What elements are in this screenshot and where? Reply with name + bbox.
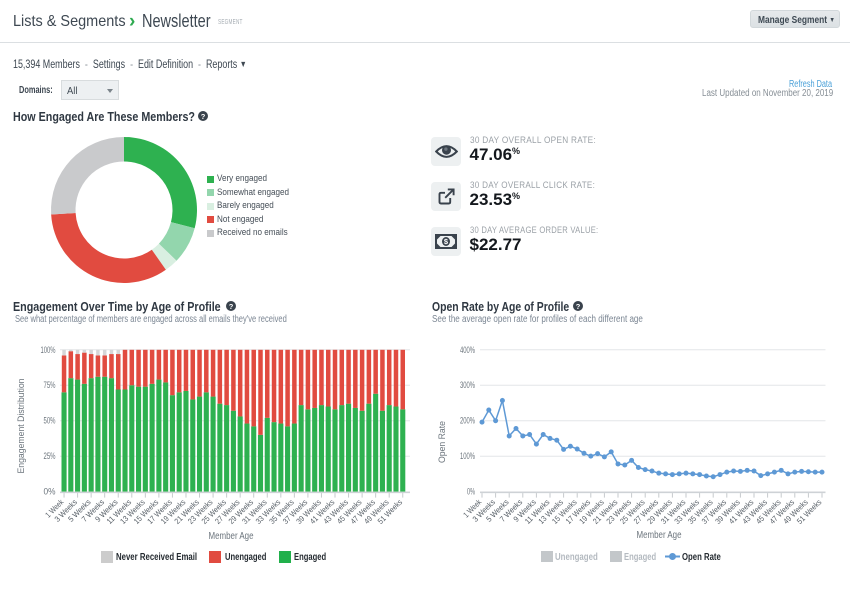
- svg-text:100%: 100%: [460, 451, 475, 461]
- svg-text:300%: 300%: [460, 380, 475, 390]
- svg-text:0%: 0%: [467, 487, 475, 497]
- svg-text:200%: 200%: [460, 416, 475, 426]
- svg-text:Member Age: Member Age: [637, 530, 682, 541]
- svg-text:400%: 400%: [460, 345, 475, 355]
- svg-text:Open Rate: Open Rate: [437, 421, 448, 463]
